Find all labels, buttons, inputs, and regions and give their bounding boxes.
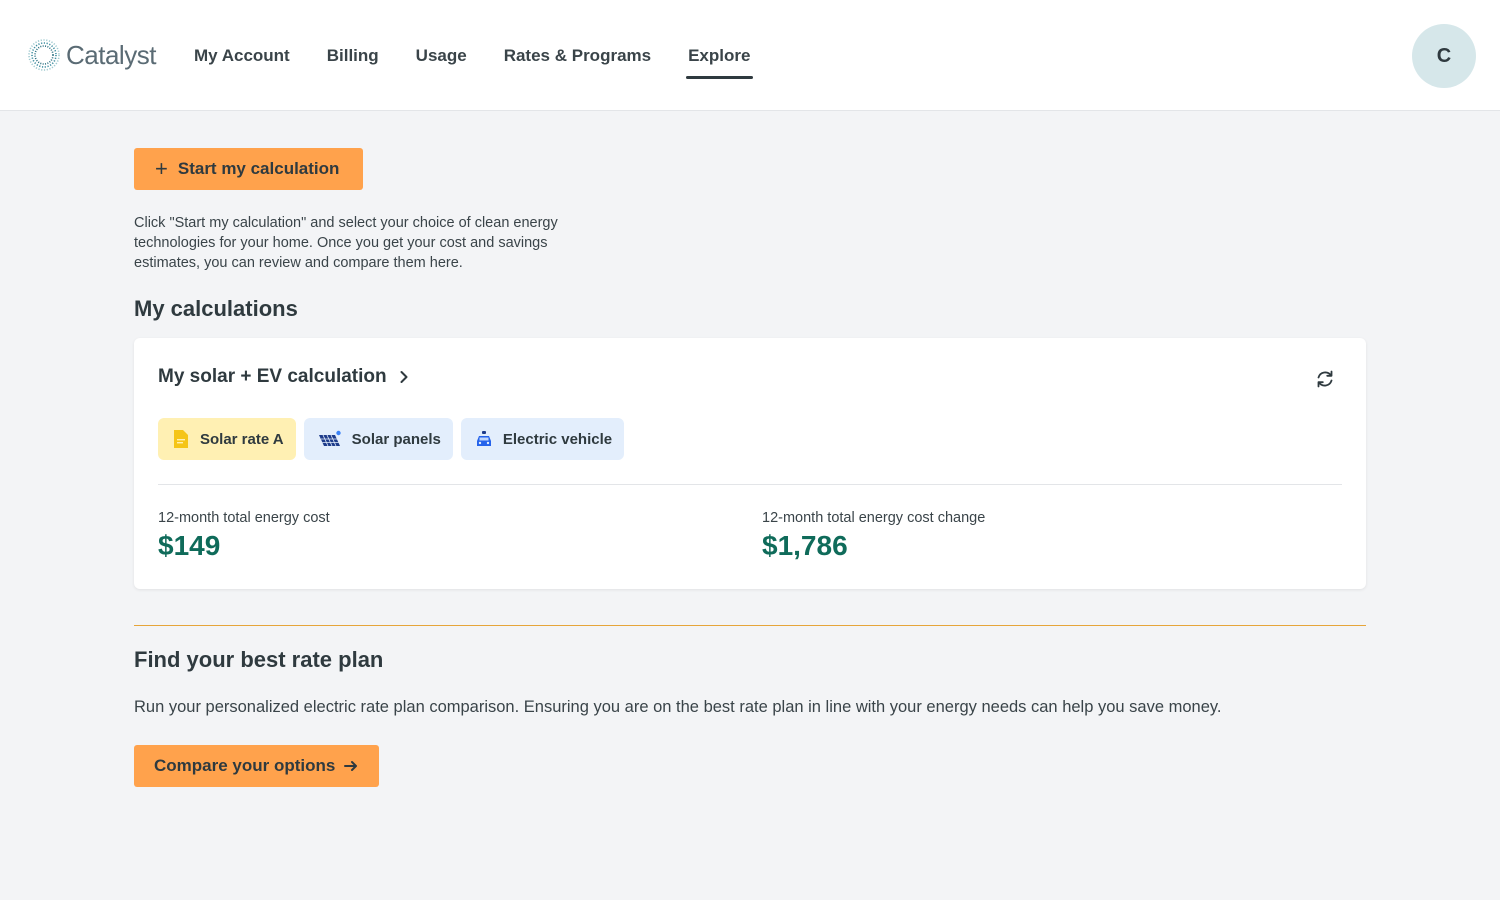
calculation-title-link[interactable]: My solar + EV calculation: [158, 366, 411, 388]
stat-cost-change: 12-month total energy cost change $1,786: [762, 510, 985, 562]
solar-panel-icon: [318, 430, 341, 447]
calculation-card: My solar + EV calculation Solar rate A S…: [134, 338, 1366, 589]
stat-total-cost: 12-month total energy cost $149: [158, 510, 330, 562]
stat-cost-change-label: 12-month total energy cost change: [762, 510, 986, 526]
chevron-right-icon: [400, 371, 408, 383]
refresh-icon[interactable]: [1314, 368, 1336, 390]
catalyst-logo-icon: [28, 39, 60, 71]
chip-electric-vehicle-label: Electric vehicle: [502, 430, 613, 448]
calculation-title: My solar + EV calculation: [158, 366, 387, 387]
section-divider: [134, 625, 1366, 626]
my-calculations-heading: My calculations: [134, 296, 298, 321]
chip-electric-vehicle: Electric vehicle: [460, 418, 625, 460]
compare-options-button[interactable]: Compare your options: [134, 745, 379, 787]
arrow-right-icon: [344, 761, 358, 771]
chip-solar-panels-label: Solar panels: [351, 430, 441, 448]
chip-solar-rate-label: Solar rate A: [200, 430, 284, 448]
rate-plan-heading: Find your best rate plan: [134, 647, 384, 672]
stat-total-cost-label: 12-month total energy cost: [158, 510, 330, 526]
start-calculation-button[interactable]: + Start my calculation: [134, 148, 363, 190]
plus-icon: +: [155, 156, 168, 181]
brand-name: Catalyst: [66, 39, 156, 70]
user-avatar[interactable]: C: [1412, 24, 1476, 88]
brand-logo[interactable]: Catalyst: [26, 37, 156, 73]
nav-explore[interactable]: Explore: [686, 0, 754, 111]
rate-plan-description: Run your personalized electric rate plan…: [134, 698, 1222, 716]
compare-options-label: Compare your options: [154, 756, 336, 775]
chip-solar-panels: Solar panels: [303, 418, 453, 460]
chip-solar-rate: Solar rate A: [158, 418, 296, 460]
technology-chips: Solar rate A Solar panels Electric vehic…: [158, 418, 632, 460]
card-divider: [158, 484, 1342, 485]
intro-text: Click "Start my calculation" and select …: [134, 215, 558, 271]
stat-total-cost-value: $149: [158, 530, 221, 561]
car-icon: [476, 431, 491, 446]
main-nav: My Account Billing Usage Rates & Program…: [194, 0, 787, 111]
nav-usage[interactable]: Usage: [416, 0, 467, 111]
nav-billing[interactable]: Billing: [327, 0, 379, 111]
document-icon: [174, 430, 188, 448]
stat-cost-change-value: $1,786: [762, 530, 848, 561]
nav-my-account[interactable]: My Account: [194, 0, 290, 111]
nav-rates-programs[interactable]: Rates & Programs: [504, 0, 651, 111]
top-header: Catalyst My Account Billing Usage Rates …: [0, 0, 1500, 111]
start-calculation-label: Start my calculation: [177, 159, 340, 178]
